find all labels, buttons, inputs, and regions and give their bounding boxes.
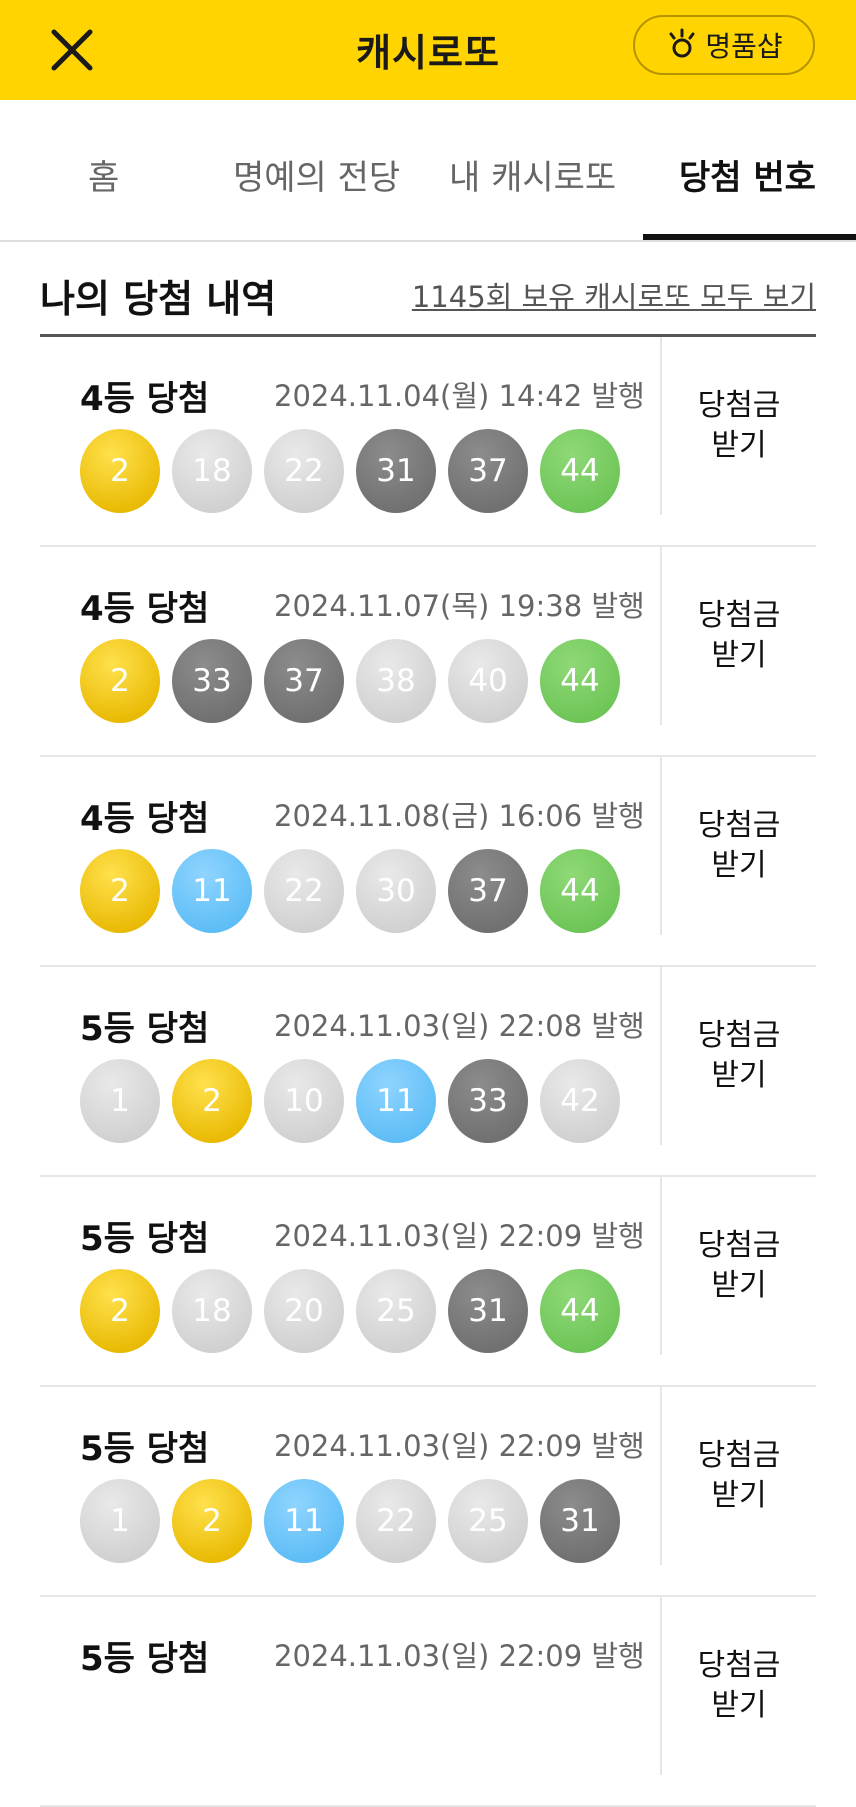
issue-date: 2024.11.07(목) 19:38 발행 — [274, 589, 645, 623]
result-row: 4등 당첨 2024.11.04(월) 14:42 발행 2 18 22 31 37 44 당첨… — [40, 337, 816, 547]
claim-prize-label: 당첨금 받기 — [697, 598, 781, 673]
lotto-ball: 1 — [80, 1059, 160, 1143]
lotto-ball: 11 — [264, 1479, 344, 1563]
lotto-ball: 44 — [540, 1269, 620, 1353]
rank-label: 4등 당첨 — [80, 589, 210, 629]
lotto-ball: 22 — [264, 849, 344, 933]
lotto-ball: 37 — [264, 639, 344, 723]
lotto-ball: 40 — [448, 639, 528, 723]
lotto-balls: 2 11 22 30 37 44 — [80, 849, 620, 933]
lotto-ball: 10 — [264, 1059, 344, 1143]
lotto-ball: 1 — [80, 1479, 160, 1563]
claim-prize-label: 당첨금 받기 — [697, 388, 781, 463]
section-title: 나의 당첨 내역 — [40, 277, 277, 321]
lotto-ball: 2 — [80, 849, 160, 933]
tab-winning-numbers[interactable]: 당첨 번호 — [679, 150, 816, 199]
lotto-ball: 2 — [80, 429, 160, 513]
lotto-ball: 22 — [264, 429, 344, 513]
claim-prize-button[interactable]: 당첨금 받기 — [662, 1597, 816, 1775]
lotto-ball: 22 — [356, 1479, 436, 1563]
results-list: 4등 당첨 2024.11.04(월) 14:42 발행 2 18 22 31 37 44 당첨… — [40, 337, 816, 1807]
rank-label: 5등 당첨 — [80, 1429, 210, 1469]
lotto-balls: 1 2 10 11 33 42 — [80, 1059, 620, 1143]
shop-button[interactable]: 명품샵 — [633, 15, 815, 75]
sparkle-icon — [669, 28, 695, 58]
claim-prize-button[interactable]: 당첨금 받기 — [662, 967, 816, 1145]
lotto-balls: 2 33 37 38 40 44 — [80, 639, 620, 723]
rank-label: 4등 당첨 — [80, 379, 210, 419]
result-row: 4등 당첨 2024.11.07(목) 19:38 발행 2 33 37 38 40 44 당첨… — [40, 547, 816, 757]
issue-date: 2024.11.03(일) 22:08 발행 — [274, 1009, 645, 1043]
lotto-ball: 44 — [540, 639, 620, 723]
result-row: 4등 당첨 2024.11.08(금) 16:06 발행 2 11 22 30 37 44 당첨… — [40, 757, 816, 967]
result-row: 5등 당첨 2024.11.03(일) 22:09 발행 1 2 11 22 25 31 당첨금… — [40, 1387, 816, 1597]
lotto-ball: 37 — [448, 429, 528, 513]
result-row: 5등 당첨 2024.11.03(일) 22:09 발행 2 18 20 25 31 44 당첨… — [40, 1177, 816, 1387]
claim-prize-button[interactable]: 당첨금 받기 — [662, 1177, 816, 1355]
lotto-ball: 2 — [172, 1059, 252, 1143]
lotto-ball: 33 — [448, 1059, 528, 1143]
lotto-ball: 2 — [172, 1479, 252, 1563]
claim-prize-label: 당첨금 받기 — [697, 1648, 781, 1723]
lotto-ball: 31 — [356, 429, 436, 513]
lotto-balls: 2 18 22 31 37 44 — [80, 429, 620, 513]
view-all-link[interactable]: 1145회 보유 캐시로또 모두 보기 — [412, 274, 816, 316]
lotto-ball: 18 — [172, 429, 252, 513]
app-header: 캐시로또 명품샵 — [0, 0, 856, 100]
lotto-ball: 11 — [356, 1059, 436, 1143]
claim-prize-label: 당첨금 받기 — [697, 1438, 781, 1513]
lotto-ball: 33 — [172, 639, 252, 723]
claim-prize-button[interactable]: 당첨금 받기 — [662, 757, 816, 935]
lotto-ball: 18 — [172, 1269, 252, 1353]
lotto-ball: 44 — [540, 429, 620, 513]
tab-home[interactable]: 홈 — [88, 150, 119, 199]
tab-bar: 홈 명예의 전당 내 캐시로또 당첨 번호 — [0, 100, 856, 242]
lotto-ball: 2 — [80, 1269, 160, 1353]
lotto-ball: 38 — [356, 639, 436, 723]
lotto-ball: 31 — [448, 1269, 528, 1353]
claim-prize-label: 당첨금 받기 — [697, 808, 781, 883]
lotto-ball: 20 — [264, 1269, 344, 1353]
tab-hall-of-fame[interactable]: 명예의 전당 — [233, 150, 400, 199]
issue-date: 2024.11.03(일) 22:09 발행 — [274, 1219, 645, 1253]
lotto-ball: 44 — [540, 849, 620, 933]
rank-label: 4등 당첨 — [80, 799, 210, 839]
lotto-ball: 11 — [172, 849, 252, 933]
result-row: 5등 당첨 2024.11.03(일) 22:09 발행 당첨금 받기 — [40, 1597, 816, 1807]
lotto-balls: 2 18 20 25 31 44 — [80, 1269, 620, 1353]
claim-prize-label: 당첨금 받기 — [697, 1228, 781, 1303]
claim-prize-button[interactable]: 당첨금 받기 — [662, 337, 816, 515]
claim-prize-label: 당첨금 받기 — [697, 1018, 781, 1093]
rank-label: 5등 당첨 — [80, 1639, 210, 1679]
tab-my-cashlotto[interactable]: 내 캐시로또 — [449, 150, 616, 199]
issue-date: 2024.11.04(월) 14:42 발행 — [274, 379, 645, 413]
shop-label: 명품샵 — [705, 30, 783, 63]
lotto-ball: 2 — [80, 639, 160, 723]
claim-prize-button[interactable]: 당첨금 받기 — [662, 547, 816, 725]
lotto-ball: 31 — [540, 1479, 620, 1563]
lotto-balls: 1 2 11 22 25 31 — [80, 1479, 620, 1563]
issue-date: 2024.11.03(일) 22:09 발행 — [274, 1639, 645, 1673]
lotto-ball: 42 — [540, 1059, 620, 1143]
lotto-ball: 25 — [448, 1479, 528, 1563]
claim-prize-button[interactable]: 당첨금 받기 — [662, 1387, 816, 1565]
lotto-ball: 37 — [448, 849, 528, 933]
lotto-ball: 30 — [356, 849, 436, 933]
issue-date: 2024.11.08(금) 16:06 발행 — [274, 799, 645, 833]
rank-label: 5등 당첨 — [80, 1009, 210, 1049]
rank-label: 5등 당첨 — [80, 1219, 210, 1259]
result-row: 5등 당첨 2024.11.03(일) 22:08 발행 1 2 10 11 33 42 당첨금… — [40, 967, 816, 1177]
active-tab-indicator — [643, 234, 856, 240]
issue-date: 2024.11.03(일) 22:09 발행 — [274, 1429, 645, 1463]
lotto-ball: 25 — [356, 1269, 436, 1353]
